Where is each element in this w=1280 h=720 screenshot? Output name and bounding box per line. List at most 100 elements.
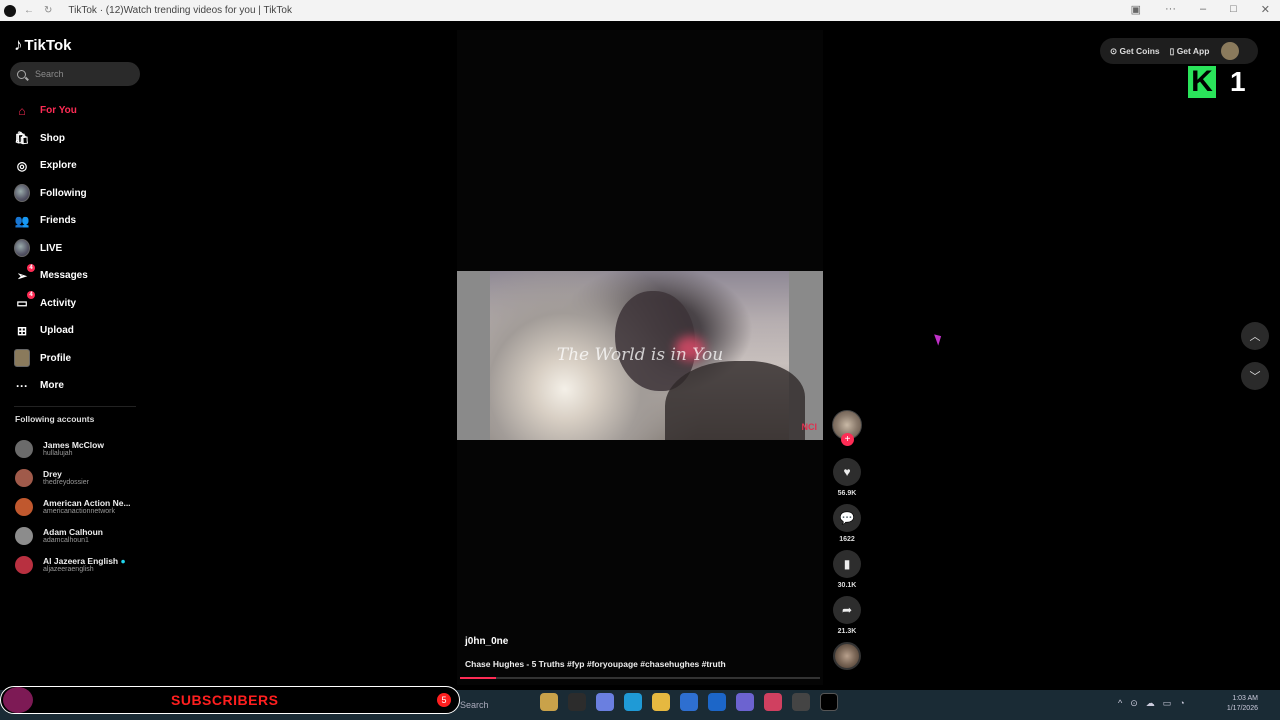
following-accounts-list: James McClow hullalujah Drey thedreydoss…	[15, 434, 131, 579]
copilot-icon[interactable]	[596, 693, 614, 711]
nav-upload[interactable]: ⊞ Upload	[14, 317, 88, 345]
nav-profile[interactable]: Profile	[14, 345, 88, 373]
nav-shop[interactable]: 🛍 Shop	[14, 125, 88, 153]
nav-label: Shop	[40, 132, 65, 144]
avatar	[15, 439, 33, 458]
account-item[interactable]: Al Jazeera English ● aljazeeraenglish	[15, 550, 131, 579]
nav-label: Activity	[40, 297, 77, 309]
nav-label: Explore	[40, 160, 77, 172]
app-icon[interactable]	[764, 693, 782, 711]
nav-for-you[interactable]: ⌂ For You	[14, 97, 88, 125]
nav-label: Following	[40, 187, 87, 199]
close-icon[interactable]: ✕	[1261, 3, 1270, 16]
share-arrow-icon[interactable]: ➦	[833, 596, 861, 624]
browser-menu-icon[interactable]: ···	[1165, 3, 1176, 16]
header-actions: ⊙ Get Coins ▯ Get App	[1100, 38, 1258, 64]
app-view-icon[interactable]: ▣	[1131, 3, 1141, 16]
nav-label: More	[40, 380, 64, 392]
taskbar-apps	[540, 693, 838, 711]
follow-plus-icon[interactable]: +	[841, 433, 854, 446]
silhouette-shoulder	[665, 361, 805, 440]
comment-icon[interactable]: 💬	[833, 504, 861, 532]
window-controls[interactable]: ▣ ··· – □ ✕	[1131, 3, 1270, 16]
taskbar-clock[interactable]: 1:03 AM 1/17/2026	[1227, 694, 1258, 714]
account-item[interactable]: James McClow hullalujah	[15, 434, 131, 463]
nav-label: For You	[40, 105, 77, 117]
like-count: 56.9K	[837, 490, 857, 497]
account-handle: thedreydossier	[43, 479, 89, 486]
nav-activity[interactable]: ▭ 4 Activity	[14, 290, 88, 318]
app-icon[interactable]	[792, 693, 810, 711]
like-action[interactable]: ♥ 56.9K	[832, 458, 862, 497]
folder-icon[interactable]	[652, 693, 670, 711]
account-name: Al Jazeera English ●	[43, 556, 126, 566]
account-name-text: Al Jazeera English	[43, 556, 119, 566]
clock-date: 1/17/2026	[1226, 705, 1258, 712]
account-item[interactable]: American Action Ne... americanactionnetw…	[15, 492, 131, 521]
nav-more[interactable]: ··· More	[14, 372, 88, 400]
nav-explore[interactable]: ◎ Explore	[14, 152, 88, 180]
nav-label: Messages	[40, 270, 88, 282]
edge-icon[interactable]	[624, 693, 642, 711]
plus-square-icon: ⊞	[16, 323, 28, 338]
share-action[interactable]: ➦ 21.3K	[832, 596, 862, 635]
ellipsis-icon: ···	[16, 378, 28, 393]
get-coins-button[interactable]: ⊙ Get Coins	[1110, 46, 1160, 57]
comment-action[interactable]: 💬 1622	[832, 504, 862, 543]
video-username[interactable]: j0hn_0ne	[465, 636, 508, 647]
following-avatar-icon	[14, 184, 30, 203]
music-action[interactable]	[832, 642, 862, 670]
account-name: Adam Calhoun	[43, 527, 103, 537]
teams-icon[interactable]	[736, 693, 754, 711]
save-action[interactable]: ▮ 30.1K	[832, 550, 862, 589]
previous-video-button[interactable]: ︿	[1241, 322, 1269, 350]
watermark-k-logo: K	[1188, 66, 1216, 98]
account-name: James McClow	[43, 440, 104, 450]
heart-icon[interactable]: ♥	[833, 458, 861, 486]
tab-title[interactable]: TikTok · (12)Watch trending videos for y…	[68, 5, 292, 16]
file-explorer-icon[interactable]	[540, 693, 558, 711]
app-icon[interactable]	[568, 693, 586, 711]
account-handle: americanactionnetwork	[43, 508, 115, 515]
nav-friends[interactable]: 👥 Friends	[14, 207, 88, 235]
browser-title-bar: ←↻ TikTok · (12)Watch trending videos fo…	[0, 0, 1280, 21]
video-description[interactable]: Chase Hughes - 5 Truths #fyp #foryoupage…	[465, 659, 726, 669]
account-item[interactable]: Drey thedreydossier	[15, 463, 131, 492]
account-item[interactable]: Adam Calhoun adamcalhoun1	[15, 521, 131, 550]
search-icon	[17, 69, 26, 79]
taskbar-search[interactable]: Search	[460, 700, 489, 710]
activity-icon: ▭ 4	[14, 291, 35, 311]
get-app-button[interactable]: ▯ Get App	[1170, 46, 1210, 57]
music-disc-icon[interactable]	[833, 642, 861, 670]
maximize-icon[interactable]: □	[1230, 3, 1237, 16]
video-player[interactable]: The World is in You NCI	[457, 271, 823, 440]
nav-label: LIVE	[40, 242, 63, 254]
tiktok-taskbar-icon[interactable]	[820, 693, 838, 711]
nav-following[interactable]: Following	[14, 180, 88, 208]
sidebar-divider	[14, 406, 136, 407]
phone-icon: ▯	[1169, 45, 1177, 56]
share-count: 21.3K	[837, 628, 857, 635]
browser-nav-icons[interactable]: ←↻	[24, 5, 62, 16]
creator-avatar[interactable]: +	[832, 410, 862, 446]
system-tray-icons[interactable]: ^⊙☁▭◔	[1118, 698, 1193, 709]
coin-icon: ⊙	[1110, 45, 1120, 56]
next-video-button[interactable]: ﹀	[1241, 362, 1269, 390]
nav-live[interactable]: LIVE	[14, 235, 88, 263]
nav-messages[interactable]: ➢ 4 Messages	[14, 262, 88, 290]
minimize-icon[interactable]: –	[1200, 3, 1206, 16]
outlook-icon[interactable]	[708, 693, 726, 711]
user-avatar[interactable]	[1221, 42, 1240, 60]
tiktok-logo[interactable]: ♪ TikTok	[14, 35, 71, 55]
bookmark-icon[interactable]: ▮	[833, 550, 861, 578]
channel-watermark: K 1	[1188, 66, 1246, 98]
avatar	[15, 497, 33, 516]
save-count: 30.1K	[837, 582, 857, 589]
search-input[interactable]: Search	[10, 62, 140, 86]
video-progress-bar[interactable]	[460, 677, 820, 679]
store-icon[interactable]	[680, 693, 698, 711]
video-progress-fill	[460, 677, 496, 679]
messages-badge: 4	[27, 263, 35, 272]
video-actions: + ♥ 56.9K 💬 1622 ▮ 30.1K ➦ 21.3K	[832, 410, 862, 677]
profile-avatar-icon	[14, 349, 30, 368]
